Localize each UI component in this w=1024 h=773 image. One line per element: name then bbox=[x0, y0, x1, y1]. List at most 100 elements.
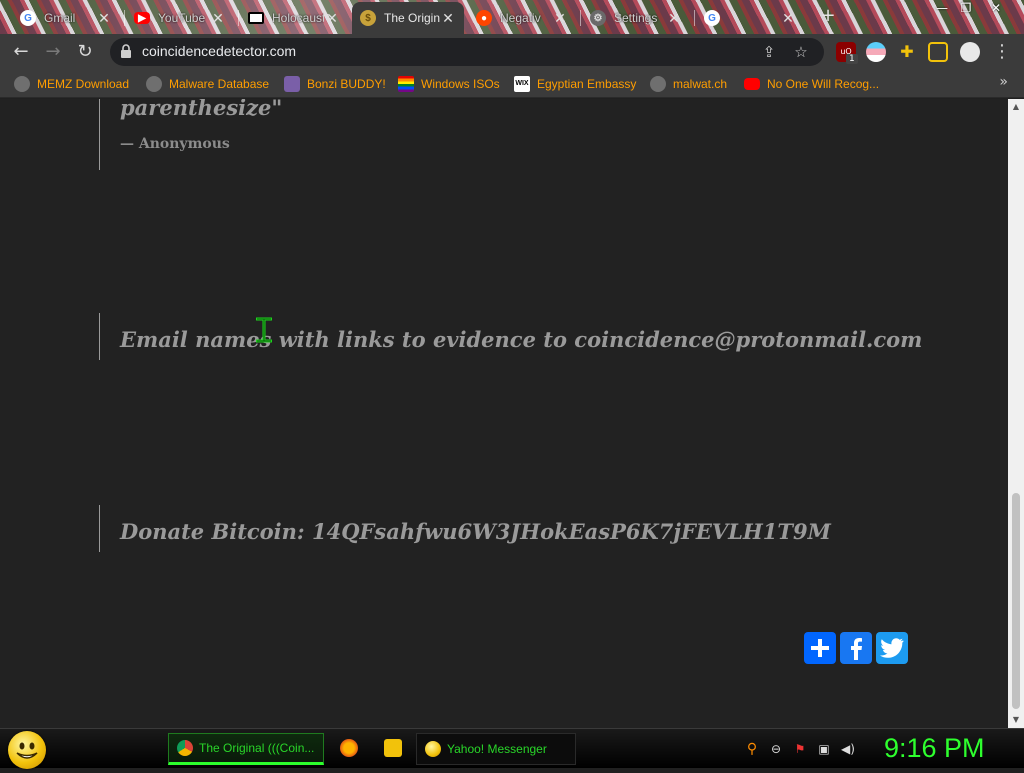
tab-separator bbox=[694, 10, 695, 26]
close-icon[interactable]: ✕ bbox=[96, 10, 112, 26]
flag-icon bbox=[248, 12, 264, 24]
bookmark-egyptian-embassy[interactable]: WIX Egyptian Embassy bbox=[514, 75, 636, 93]
close-icon[interactable]: ✕ bbox=[324, 10, 340, 26]
firefox-icon[interactable] bbox=[340, 739, 358, 757]
tab-title: Holocaust bbox=[272, 11, 324, 25]
twitter-share-button[interactable] bbox=[876, 632, 908, 664]
chrome-icon bbox=[177, 740, 193, 756]
bookmark-label: MEMZ Download bbox=[37, 77, 130, 91]
network-icon[interactable]: ▣ bbox=[816, 741, 832, 757]
folder-icon[interactable] bbox=[384, 739, 402, 757]
bookmark-malware-database[interactable]: Malware Database bbox=[146, 75, 269, 93]
close-icon[interactable]: ✕ bbox=[666, 10, 682, 26]
facebook-share-button[interactable] bbox=[840, 632, 872, 664]
lock-icon bbox=[121, 44, 131, 58]
maximize-icon[interactable]: ❐ bbox=[956, 0, 976, 16]
bookmark-malwatch[interactable]: malwat.ch bbox=[650, 75, 727, 93]
new-tab-button[interactable]: + bbox=[818, 6, 838, 26]
page-viewport: parenthesize" — Anonymous Email names wi… bbox=[0, 99, 1008, 728]
close-icon[interactable]: ✕ bbox=[552, 10, 568, 26]
tab-youtube[interactable]: ▶ YouTube ✕ bbox=[126, 4, 234, 32]
back-arrow-icon[interactable]: ← bbox=[9, 40, 33, 64]
donate-quote-block: Donate Bitcoin: 14QFsahfwu6W3JHokEasP6K7… bbox=[99, 505, 831, 552]
puzzle-icon[interactable]: ✚ bbox=[897, 42, 917, 62]
email-instruction-text[interactable]: Email names with links to evidence to co… bbox=[120, 327, 922, 352]
bookmark-no-one-will-recog[interactable]: No One Will Recog... bbox=[744, 75, 879, 93]
search-icon[interactable]: ⚲ bbox=[744, 741, 760, 757]
quote-text: parenthesize" bbox=[120, 99, 283, 120]
volume-icon[interactable]: ◀) bbox=[840, 741, 856, 757]
youtube-icon: ▶ bbox=[134, 12, 150, 24]
tab-holocaust[interactable]: Holocaust ✕ bbox=[240, 4, 348, 32]
tab-the-original[interactable]: $ The Original ✕ bbox=[352, 2, 464, 34]
coin-icon: $ bbox=[360, 10, 376, 26]
tab-title: Negativ bbox=[500, 11, 541, 25]
scroll-down-arrow-icon[interactable]: ▼ bbox=[1008, 712, 1024, 728]
extension-badge: 1 bbox=[846, 54, 858, 64]
tab-title: Gmail bbox=[44, 11, 76, 25]
facebook-icon bbox=[851, 638, 862, 660]
bookmark-label: Bonzi BUDDY! bbox=[307, 77, 386, 91]
bookmark-label: malwat.ch bbox=[673, 77, 728, 91]
browser-toolbar: ← → ↻ coincidencedetector.com ⇪ ☆ uO 1 ✚… bbox=[0, 34, 1024, 70]
close-icon[interactable]: ✕ bbox=[210, 10, 226, 26]
bookmark-label: Egyptian Embassy bbox=[537, 77, 637, 91]
share-page-icon[interactable]: ⇪ bbox=[760, 43, 778, 61]
taskbar-chrome-window[interactable]: The Original (((Coin... bbox=[168, 733, 324, 765]
tab-gmail[interactable]: G Gmail ✕ bbox=[12, 4, 120, 32]
taskbar-yahoo-messenger[interactable]: Yahoo! Messenger bbox=[416, 733, 576, 765]
rainbow-flag-icon bbox=[398, 76, 414, 92]
youtube-icon bbox=[744, 78, 760, 90]
bookmark-memz[interactable]: MEMZ Download bbox=[14, 75, 129, 93]
reload-icon[interactable]: ↻ bbox=[73, 40, 97, 64]
minimize-icon[interactable]: — bbox=[932, 0, 952, 16]
bookmarks-bar: MEMZ Download Malware Database Bonzi BUD… bbox=[0, 70, 1024, 98]
taskbar: The Original (((Coin... Yahoo! Messenger… bbox=[0, 728, 1024, 769]
email-quote-block: Email names with links to evidence to co… bbox=[99, 313, 922, 360]
vertical-scrollbar[interactable]: ▲ ▼ bbox=[1008, 99, 1024, 728]
tab-title: YouTube bbox=[158, 11, 206, 25]
taskbar-item-label: The Original (((Coin... bbox=[199, 741, 315, 755]
share-plus-icon bbox=[811, 639, 829, 657]
bookmark-windows-isos[interactable]: Windows ISOs bbox=[398, 75, 500, 93]
url-text[interactable]: coincidencedetector.com bbox=[142, 43, 296, 59]
bookmark-star-icon[interactable]: ☆ bbox=[792, 43, 810, 61]
scroll-up-arrow-icon[interactable]: ▲ bbox=[1008, 99, 1024, 115]
tab-google[interactable]: G ✕ bbox=[696, 4, 804, 32]
bookmarks-overflow-chevron[interactable]: » bbox=[999, 74, 1008, 90]
bookmark-label: Windows ISOs bbox=[421, 77, 500, 91]
minus-circle-icon[interactable]: ⊖ bbox=[768, 741, 784, 757]
tab-separator bbox=[238, 10, 239, 26]
tab-negativ[interactable]: ● Negativ ✕ bbox=[468, 4, 576, 32]
tab-separator bbox=[124, 10, 125, 26]
smiley-face-icon bbox=[16, 742, 38, 759]
scrollbar-thumb[interactable] bbox=[1012, 493, 1020, 709]
share-plus-button[interactable] bbox=[804, 632, 836, 664]
google-icon: G bbox=[704, 10, 720, 26]
bookmark-bonzi-buddy[interactable]: Bonzi BUDDY! bbox=[284, 75, 386, 93]
tab-separator bbox=[580, 10, 581, 26]
menu-kebab-icon[interactable]: ⋮ bbox=[990, 40, 1014, 64]
donate-bitcoin-text[interactable]: Donate Bitcoin: 14QFsahfwu6W3JHokEasP6K7… bbox=[120, 519, 831, 544]
google-icon: G bbox=[20, 10, 36, 26]
profile-avatar-icon[interactable] bbox=[960, 42, 980, 62]
close-window-icon[interactable]: ✕ bbox=[986, 0, 1006, 16]
forward-arrow-icon[interactable]: → bbox=[41, 40, 65, 64]
address-bar[interactable]: coincidencedetector.com ⇪ ☆ bbox=[110, 38, 824, 66]
globe-icon bbox=[14, 76, 30, 92]
tab-settings[interactable]: ⚙ Settings ✕ bbox=[582, 4, 690, 32]
globe-icon bbox=[146, 76, 162, 92]
start-button-smiley-icon[interactable] bbox=[8, 731, 46, 769]
sidepanel-icon[interactable] bbox=[928, 42, 948, 62]
close-icon[interactable]: ✕ bbox=[440, 10, 456, 26]
tab-title: The Original bbox=[384, 11, 440, 25]
text-cursor-icon bbox=[256, 317, 272, 343]
action-center-flag-icon[interactable]: ⚑ bbox=[792, 741, 808, 757]
extension-flag-icon[interactable] bbox=[866, 42, 886, 62]
bonzi-icon bbox=[284, 76, 300, 92]
gear-icon: ⚙ bbox=[590, 10, 606, 26]
taskbar-clock[interactable]: 9:16 PM bbox=[884, 733, 985, 764]
quote-block: parenthesize" — Anonymous bbox=[99, 99, 282, 170]
close-icon[interactable]: ✕ bbox=[780, 10, 796, 26]
globe-icon bbox=[650, 76, 666, 92]
